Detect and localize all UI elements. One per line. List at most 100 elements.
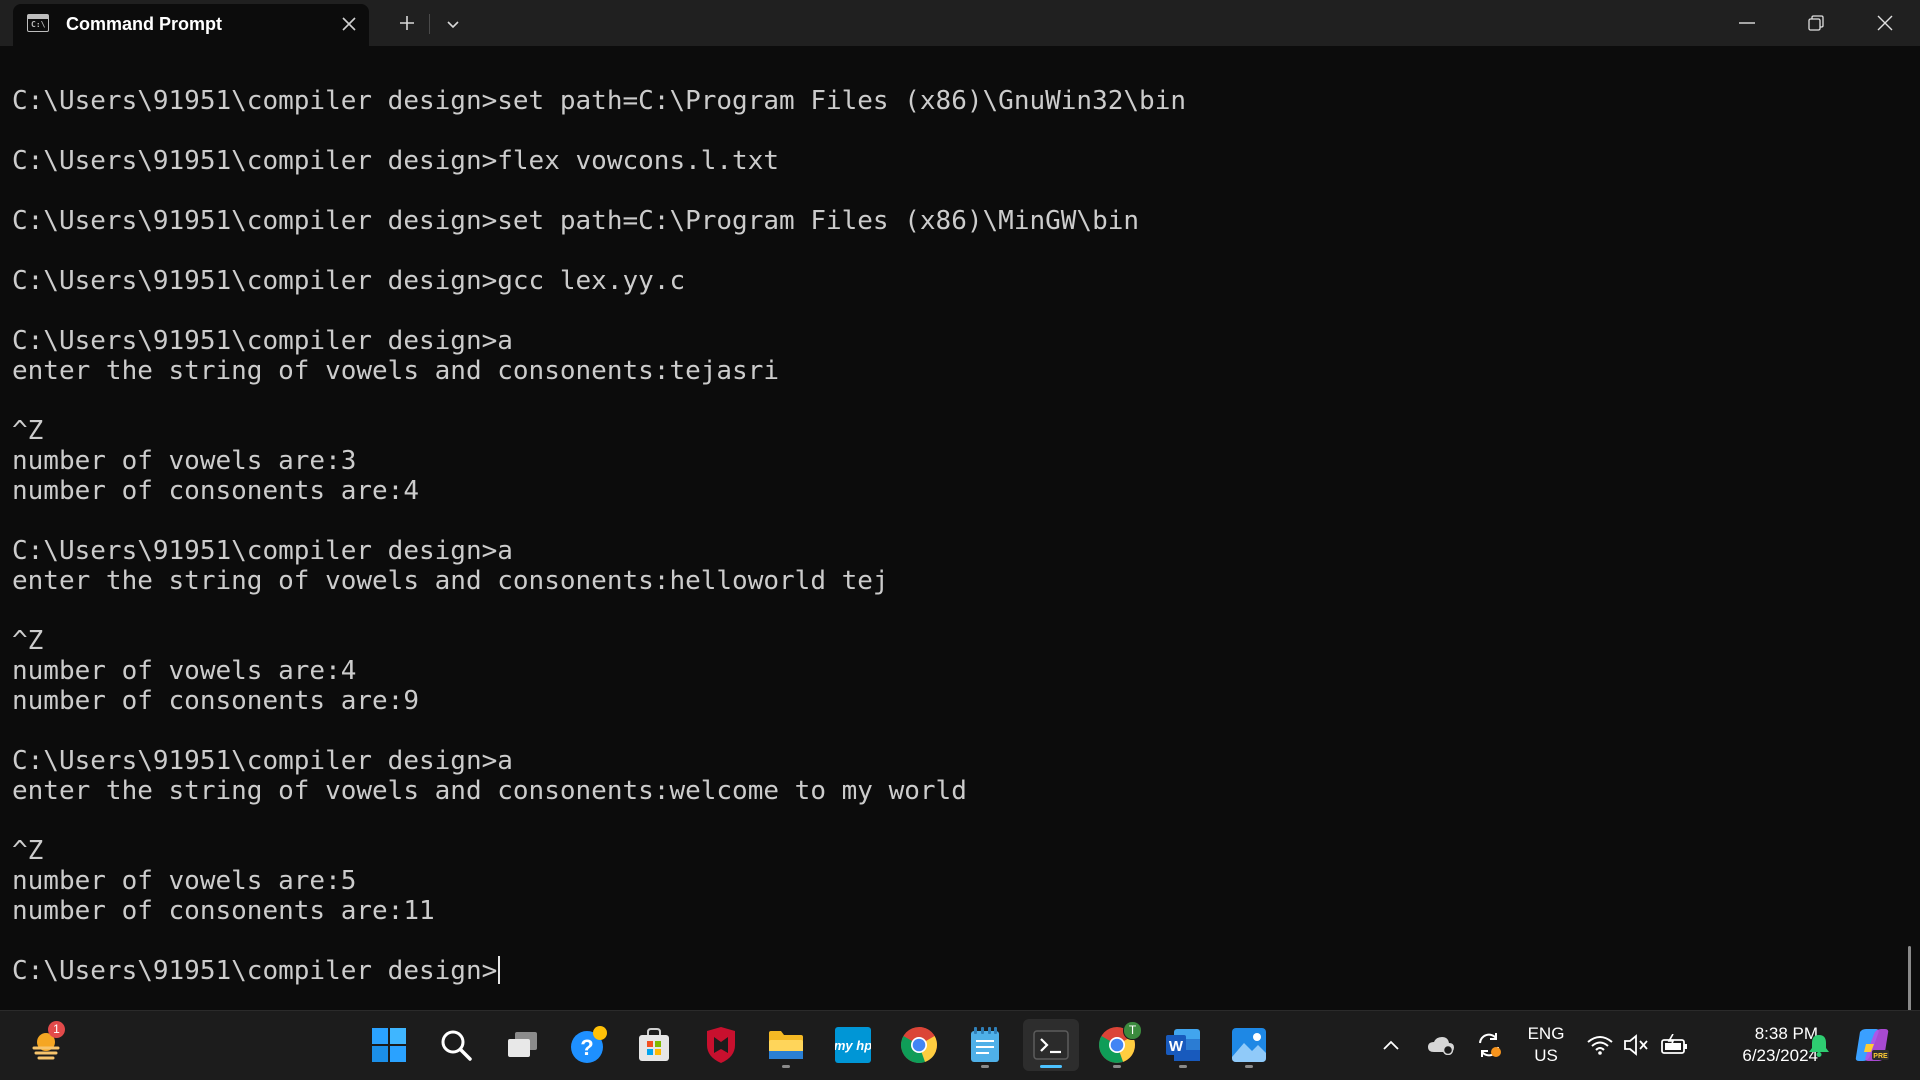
chrome-profile-button[interactable]: T	[1091, 1019, 1143, 1071]
copilot-icon: PRE	[1855, 1029, 1889, 1061]
help-icon: ?	[571, 1026, 607, 1063]
running-indicator	[981, 1065, 989, 1068]
command-prompt-icon: C:\	[27, 14, 49, 32]
word-button[interactable]: W	[1157, 1019, 1209, 1071]
running-indicator	[1245, 1065, 1253, 1068]
widgets-button[interactable]: 1	[20, 1019, 72, 1071]
terminal-icon	[1033, 1030, 1069, 1060]
terminal-line: C:\Users\91951\compiler design>flex vowc…	[12, 146, 780, 176]
terminal-line: enter the string of vowels and consonent…	[12, 776, 967, 806]
terminal-line: C:\Users\91951\compiler design>set path=…	[12, 206, 1140, 236]
input-language-indicator[interactable]: ENG US	[1520, 1023, 1572, 1067]
profile-badge: T	[1123, 1021, 1142, 1040]
terminal-line: C:\Users\91951\compiler design>a	[12, 746, 513, 776]
volume-button[interactable]	[1621, 1011, 1651, 1079]
sync-status-button[interactable]	[1472, 1011, 1506, 1079]
restore-button[interactable]	[1782, 0, 1850, 46]
new-tab-button[interactable]	[387, 6, 427, 40]
close-window-button[interactable]	[1851, 0, 1919, 46]
search-icon	[441, 1030, 472, 1061]
divider	[429, 14, 430, 34]
myhp-button[interactable]: my hp	[827, 1019, 879, 1071]
wifi-icon	[1587, 1036, 1613, 1055]
microsoft-store-button[interactable]	[628, 1019, 680, 1071]
terminal-line: number of vowels are:5	[12, 866, 357, 896]
notepad-icon	[971, 1027, 999, 1062]
command-prompt: C:\Users\91951\compiler design>	[12, 956, 498, 986]
clock[interactable]: 8:38 PM 6/23/2024	[1700, 1023, 1818, 1067]
terminal-line: enter the string of vowels and consonent…	[12, 356, 780, 386]
terminal-line: C:\Users\91951\compiler design>a	[12, 536, 513, 566]
notepad-button[interactable]	[959, 1019, 1011, 1071]
taskbar: 1 ? my hp T W ENG US 8:38 PM 6/23/2024 P…	[0, 1010, 1920, 1080]
tab-command-prompt[interactable]: C:\ Command Prompt	[13, 4, 369, 46]
mcafee-icon	[707, 1027, 735, 1063]
terminal-line: number of vowels are:3	[12, 446, 357, 476]
photos-icon	[1232, 1028, 1266, 1062]
terminal-prompt-line[interactable]: C:\Users\91951\compiler design>	[12, 956, 1186, 986]
minimize-button[interactable]	[1713, 0, 1781, 46]
onedrive-button[interactable]	[1424, 1011, 1458, 1079]
sync-icon	[1479, 1033, 1501, 1057]
title-bar: C:\ Command Prompt	[0, 0, 1920, 46]
file-explorer-icon	[769, 1031, 803, 1059]
time: 8:38 PM	[1754, 1024, 1818, 1043]
battery-button[interactable]	[1658, 1011, 1692, 1079]
volume-muted-icon	[1624, 1034, 1648, 1056]
terminal-output[interactable]: C:\Users\91951\compiler design>set path=…	[0, 46, 1911, 1025]
task-view-icon	[508, 1032, 537, 1057]
terminal-line: enter the string of vowels and consonent…	[12, 566, 889, 596]
terminal-button[interactable]	[1023, 1019, 1079, 1071]
svg-text:my hp: my hp	[835, 1038, 871, 1053]
start-button[interactable]	[363, 1019, 415, 1071]
file-explorer-button[interactable]	[760, 1019, 812, 1071]
microsoft-store-icon	[639, 1028, 669, 1061]
close-tab-icon[interactable]	[334, 9, 364, 39]
terminal-line: number of consonents are:9	[12, 686, 419, 716]
terminal-lines: C:\Users\91951\compiler design>set path=…	[12, 86, 1186, 986]
battery-charging-icon	[1661, 1034, 1687, 1054]
active-indicator	[1040, 1065, 1062, 1068]
copilot-button[interactable]: PRE	[1852, 1011, 1892, 1079]
terminal-line: C:\Users\91951\compiler design>set path=…	[12, 86, 1186, 116]
network-button[interactable]	[1586, 1011, 1614, 1079]
date: 6/23/2024	[1742, 1046, 1818, 1065]
terminal-line: ^Z	[12, 836, 44, 866]
language-region: US	[1534, 1046, 1558, 1065]
photos-button[interactable]	[1223, 1019, 1275, 1071]
bell-icon	[1809, 1035, 1829, 1057]
running-indicator	[782, 1065, 790, 1068]
running-indicator	[1113, 1065, 1121, 1068]
terminal-line: ^Z	[12, 626, 44, 656]
mcafee-button[interactable]	[695, 1019, 747, 1071]
search-button[interactable]	[430, 1019, 482, 1071]
start-icon	[372, 1028, 406, 1062]
chrome-icon	[900, 1027, 937, 1064]
widgets-badge: 1	[48, 1021, 65, 1038]
chevron-up-icon	[1383, 1040, 1399, 1050]
task-view-button[interactable]	[497, 1019, 549, 1071]
tab-dropdown-chevron-down-icon[interactable]	[433, 6, 473, 40]
show-hidden-icons-button[interactable]	[1376, 1011, 1406, 1079]
text-cursor	[498, 956, 501, 984]
running-indicator	[1179, 1065, 1187, 1068]
get-help-button[interactable]: ?	[563, 1019, 615, 1071]
terminal-line: number of vowels are:4	[12, 656, 357, 686]
chrome-button[interactable]	[893, 1019, 945, 1071]
terminal-line: number of consonents are:11	[12, 896, 435, 926]
terminal-line: C:\Users\91951\compiler design>a	[12, 326, 513, 356]
svg-text:?: ?	[580, 1035, 593, 1060]
terminal-line: C:\Users\91951\compiler design>gcc lex.y…	[12, 266, 686, 296]
myhp-icon: my hp	[835, 1027, 871, 1063]
notifications-button[interactable]	[1804, 1011, 1834, 1079]
terminal-line: number of consonents are:4	[12, 476, 419, 506]
